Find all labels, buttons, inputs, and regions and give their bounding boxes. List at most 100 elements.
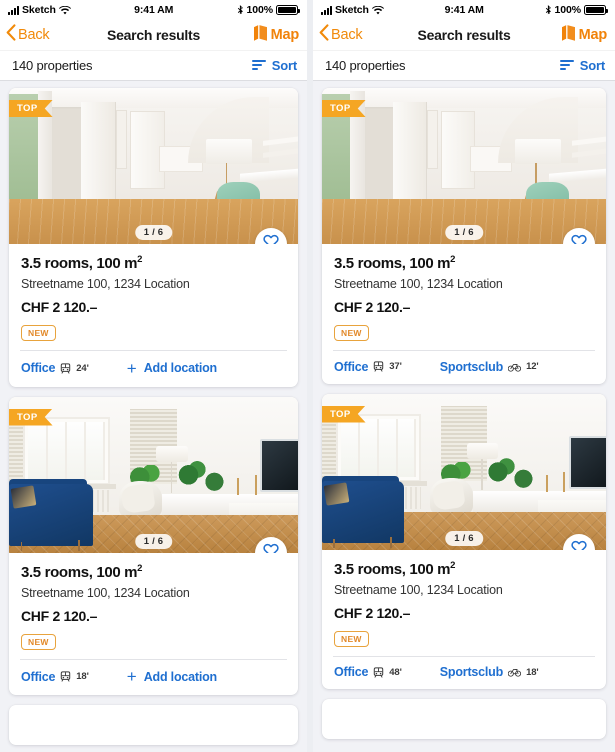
poi-minutes-label: 48' xyxy=(389,666,402,678)
property-price: CHF 2 120.– xyxy=(334,604,411,621)
property-photo-apartment-room xyxy=(9,88,298,244)
property-card[interactable]: TOP 1 / 6 3.5 rooms, 100 m2 Streetname 1… xyxy=(322,88,606,384)
property-commute-row: Office 18' + Add location xyxy=(9,659,298,695)
add-location-label: Add location xyxy=(143,361,217,375)
property-card[interactable] xyxy=(322,699,606,739)
poi-sportsclub[interactable]: Sportsclub 12' xyxy=(440,360,539,374)
property-photo-carousel[interactable]: TOP 1 / 6 xyxy=(9,88,298,244)
poi-office[interactable]: Office 48' xyxy=(334,665,402,679)
poi-minutes-label: 24' xyxy=(76,362,89,374)
battery-icon xyxy=(584,5,608,15)
property-list[interactable]: TOP 1 / 6 3.5 rooms, 100 m2 Streetname 1… xyxy=(313,81,615,739)
new-badge: NEW xyxy=(334,325,369,341)
property-title: 3.5 rooms, 100 m2 xyxy=(21,562,143,581)
navigation-bar: Back Search results Map xyxy=(0,20,307,50)
status-right: 100% xyxy=(237,4,300,16)
add-location-label: Add location xyxy=(143,669,217,684)
poi-office[interactable]: Office 24' xyxy=(21,361,89,375)
property-details: 3.5 rooms, 100 m2 Streetname 100, 1234 L… xyxy=(9,244,298,351)
property-photo-carousel[interactable]: TOP 1 / 6 xyxy=(9,396,298,553)
property-commute-row: Office 37' Sportsclub 12' xyxy=(322,351,606,384)
results-count-label: 140 properties xyxy=(12,57,93,73)
poi-minutes-label: 37' xyxy=(389,361,402,372)
poi-minutes-label: 18' xyxy=(76,671,89,682)
status-left: Sketch xyxy=(8,4,71,16)
chevron-left-icon xyxy=(319,24,329,46)
property-address: Streetname 100, 1234 Location xyxy=(334,277,503,291)
property-details: 3.5 rooms, 100 m2 Streetname 100, 1234 L… xyxy=(9,553,298,659)
map-button[interactable]: Map xyxy=(561,24,607,46)
plus-icon: + xyxy=(126,667,137,686)
clock-label: 9:41 AM xyxy=(444,4,484,16)
signal-bars-icon xyxy=(8,5,19,15)
property-photo-carousel[interactable]: TOP 1 / 6 xyxy=(322,393,606,550)
tram-icon xyxy=(60,362,71,374)
phone-panel-right: Sketch 9:41 AM 100% Back Search results … xyxy=(307,0,615,752)
property-address: Streetname 100, 1234 Location xyxy=(21,277,190,291)
poi-name-label: Office xyxy=(334,665,369,679)
status-bar: Sketch 9:41 AM 100% xyxy=(313,0,615,20)
add-location-button[interactable]: + Add location xyxy=(127,360,217,377)
property-card[interactable]: TOP 1 / 6 3.5 rooms, 100 m2 Streetname 1… xyxy=(322,393,606,689)
property-list[interactable]: TOP 1 / 6 3.5 rooms, 100 m2 Streetname 1… xyxy=(0,81,307,745)
new-badge: NEW xyxy=(21,325,56,341)
heart-outline-icon xyxy=(571,540,587,550)
property-address: Streetname 100, 1234 Location xyxy=(334,582,503,597)
new-badge: NEW xyxy=(334,630,369,647)
sort-button-label: Sort xyxy=(579,57,605,73)
property-address: Streetname 100, 1234 Location xyxy=(21,585,190,600)
photo-counter-label: 1 / 6 xyxy=(445,530,483,546)
property-price: CHF 2 120.– xyxy=(334,299,411,315)
add-location-button[interactable]: + Add location xyxy=(127,668,217,685)
poi-minutes-label: 12' xyxy=(526,361,539,372)
heart-outline-icon xyxy=(263,543,279,553)
bike-icon xyxy=(508,667,522,677)
back-button[interactable]: Back xyxy=(319,24,363,46)
property-title: 3.5 rooms, 100 m2 xyxy=(334,254,456,272)
tram-icon xyxy=(373,666,384,678)
sort-button-label: Sort xyxy=(271,57,297,73)
sort-lines-icon xyxy=(251,59,266,71)
poi-office[interactable]: Office 18' xyxy=(21,670,89,684)
back-button-label: Back xyxy=(331,27,363,43)
sort-button[interactable]: Sort xyxy=(251,57,297,73)
sort-button[interactable]: Sort xyxy=(559,57,605,73)
bike-icon xyxy=(508,362,522,372)
bluetooth-icon xyxy=(237,4,244,16)
poi-name-label: Sportsclub xyxy=(439,359,504,374)
map-icon xyxy=(561,24,575,46)
clock-label: 9:41 AM xyxy=(134,4,174,16)
map-button-label: Map xyxy=(270,27,300,43)
property-details: 3.5 rooms, 100 m2 Streetname 100, 1234 L… xyxy=(322,550,606,656)
poi-office[interactable]: Office 37' xyxy=(334,360,402,374)
heart-outline-icon xyxy=(571,234,587,244)
property-card[interactable]: TOP 1 / 6 3.5 rooms, 100 m2 Streetname 1… xyxy=(9,88,298,387)
phone-panel-left: Sketch 9:41 AM 100% Back Search results … xyxy=(0,0,307,752)
carrier-label: Sketch xyxy=(335,4,369,16)
wifi-icon xyxy=(371,5,384,15)
property-photo-carousel[interactable]: TOP 1 / 6 xyxy=(322,88,606,244)
poi-sportsclub[interactable]: Sportsclub 18' xyxy=(440,665,539,679)
property-commute-row: Office 24' + Add location xyxy=(9,351,298,387)
property-card[interactable] xyxy=(9,705,298,745)
photo-counter-label: 1 / 6 xyxy=(134,533,173,549)
results-count-label: 140 properties xyxy=(325,57,406,73)
plus-icon: + xyxy=(126,358,137,378)
poi-name-label: Office xyxy=(21,361,56,375)
map-button[interactable]: Map xyxy=(253,24,300,46)
property-photo-living-room xyxy=(322,393,606,550)
signal-bars-icon xyxy=(321,5,332,15)
property-photo-living-room xyxy=(9,396,298,553)
poi-name-label: Sportsclub xyxy=(439,665,504,679)
photo-counter-label: 1 / 6 xyxy=(445,225,483,240)
property-card[interactable]: TOP 1 / 6 3.5 rooms, 100 m2 Streetname 1… xyxy=(9,396,298,695)
results-toolbar: 140 properties Sort xyxy=(0,50,307,81)
carrier-label: Sketch xyxy=(22,4,56,16)
tram-icon xyxy=(373,361,384,372)
photo-counter-label: 1 / 6 xyxy=(134,225,173,240)
back-button[interactable]: Back xyxy=(6,24,50,46)
chevron-left-icon xyxy=(6,24,16,46)
property-price: CHF 2 120.– xyxy=(21,607,98,624)
dual-phone-comparison: Sketch 9:41 AM 100% Back Search results … xyxy=(0,0,615,752)
status-right: 100% xyxy=(545,4,608,16)
